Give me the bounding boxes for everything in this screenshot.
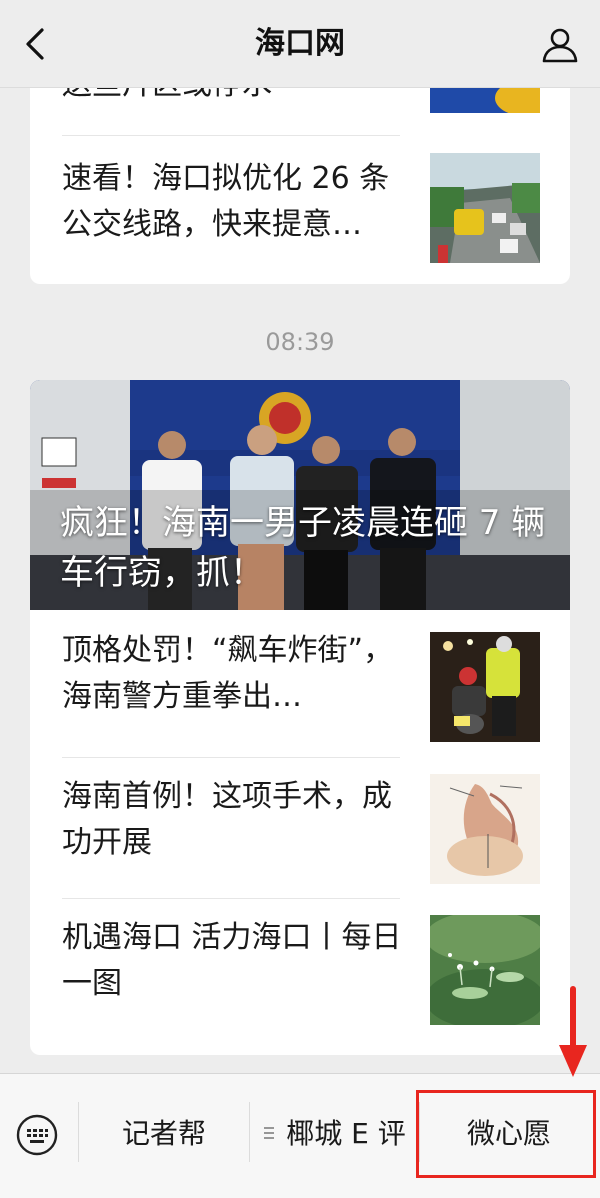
- article-title: 送些片区或停水: [62, 88, 402, 108]
- menu-item-label: 记者帮: [121, 1117, 206, 1150]
- list-item[interactable]: 顶格处罚！“飙车炸街”，海南警方重拳出…: [30, 610, 570, 758]
- message-list[interactable]: 送些片区或停水 速看！海口拟优化 26 条公交线路，快来提意…: [0, 88, 600, 1073]
- article-title: 海南首例！这项手术，成功开展: [62, 779, 392, 860]
- article-title: 速看！海口拟优化 26 条公交线路，快来提意…: [62, 161, 390, 242]
- highlight-box-annotation: [416, 1090, 596, 1178]
- keyboard-icon[interactable]: [16, 1114, 58, 1156]
- hero-title: 疯狂！海南一男子凌晨连砸 7 辆车行窃，抓！: [60, 503, 546, 593]
- menu-item-yecheng-review[interactable]: 椰城 E 评: [250, 1112, 418, 1156]
- nav-bar: 海口网: [0, 0, 600, 88]
- article-card: 疯狂！海南一男子凌晨连砸 7 辆车行窃，抓！ 顶格处罚！“飙车炸街”，海南警方重…: [30, 380, 570, 1055]
- user-icon[interactable]: [540, 24, 580, 64]
- article-thumbnail: [430, 88, 540, 113]
- article-thumbnail: [430, 774, 540, 884]
- page-title: 海口网: [255, 26, 345, 61]
- list-item[interactable]: 送些片区或停水: [30, 88, 570, 128]
- menu-item-label: 椰城 E 评: [286, 1117, 406, 1150]
- article-card: 送些片区或停水 速看！海口拟优化 26 条公交线路，快来提意…: [30, 88, 570, 284]
- menu-divider: [78, 1102, 79, 1162]
- red-arrow-annotation: [559, 986, 587, 1077]
- article-thumbnail: [430, 915, 540, 1025]
- menu-item-reporter-help[interactable]: 记者帮: [80, 1112, 248, 1156]
- article-thumbnail: [430, 153, 540, 263]
- list-item[interactable]: 海南首例！这项手术，成功开展: [30, 758, 570, 898]
- article-title: 顶格处罚！“飙车炸街”，海南警方重拳出…: [62, 633, 394, 714]
- submenu-icon: [264, 1127, 275, 1139]
- article-thumbnail: [430, 632, 540, 742]
- article-title: 机遇海口 活力海口丨每日一图: [62, 920, 402, 1001]
- list-item[interactable]: 速看！海口拟优化 26 条公交线路，快来提意…: [30, 136, 570, 284]
- message-timestamp: 08:39: [265, 328, 335, 356]
- list-item[interactable]: 机遇海口 活力海口丨每日一图: [30, 899, 570, 1055]
- hero-article[interactable]: 疯狂！海南一男子凌晨连砸 7 辆车行窃，抓！: [30, 380, 570, 610]
